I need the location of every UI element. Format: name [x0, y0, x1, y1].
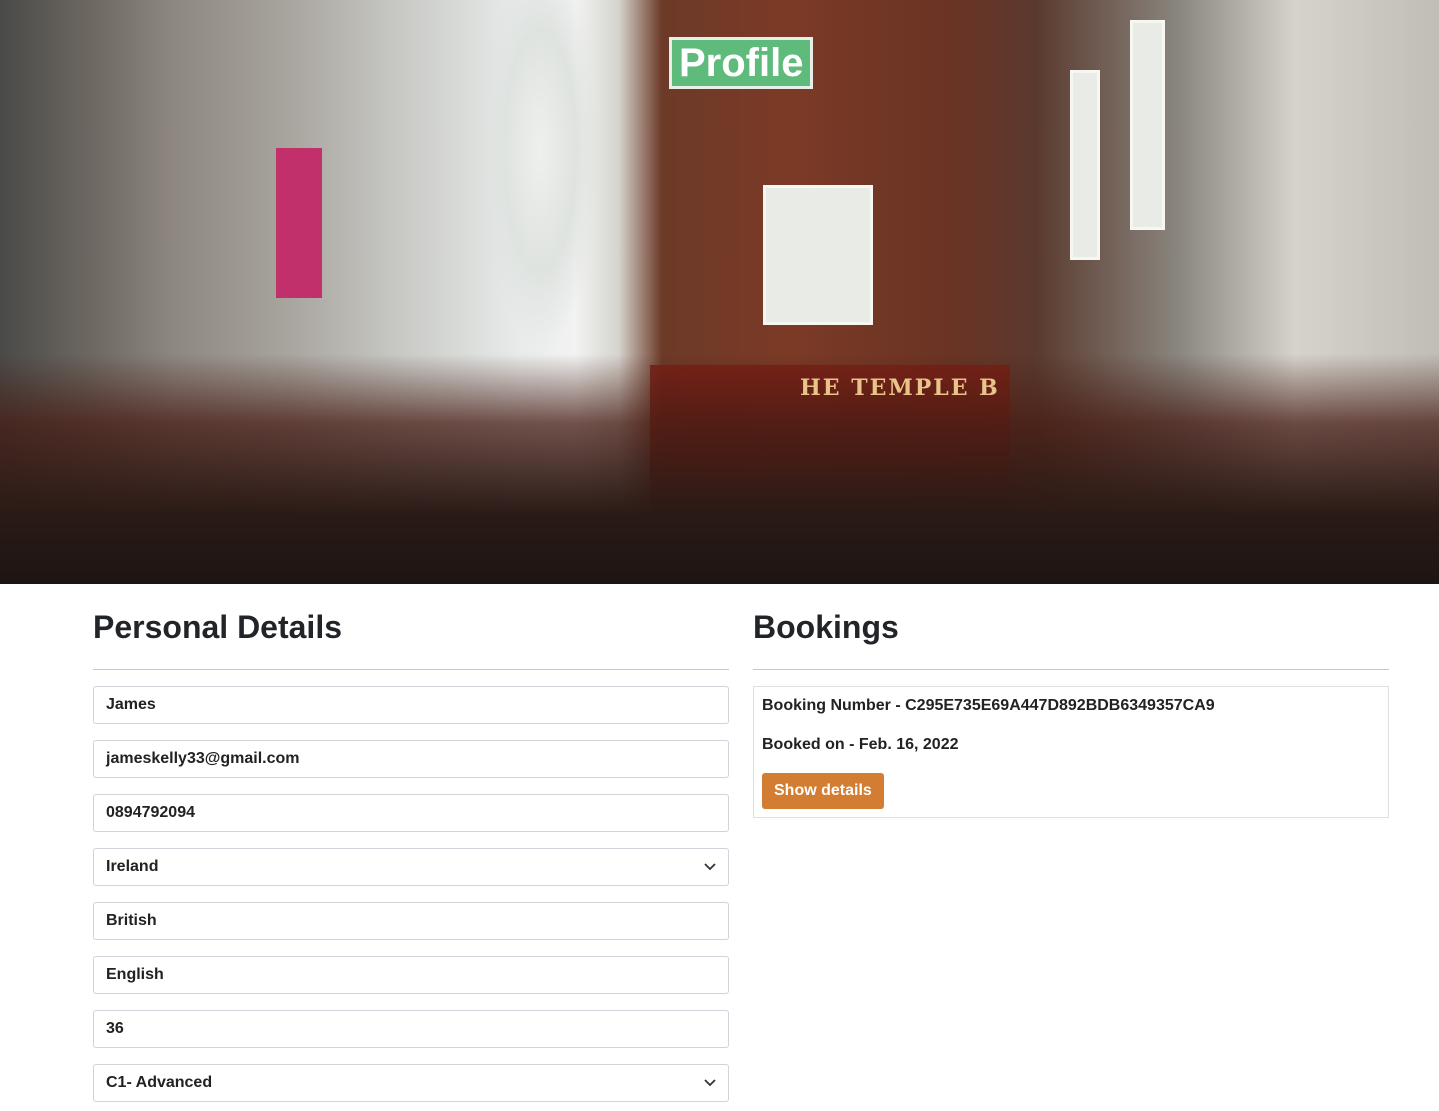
field-value: James: [106, 696, 156, 713]
personal-details-form: James jameskelly33@gmail.com 0894792094 Ire…: [93, 686, 729, 1102]
crowd: [0, 354, 1439, 584]
cloud-nine-sign: [276, 148, 322, 298]
window: [763, 185, 873, 325]
divider: [93, 669, 729, 670]
window: [1130, 20, 1165, 230]
field-value: English: [106, 966, 164, 983]
age-input[interactable]: 36: [93, 1010, 729, 1048]
field-value: 0894792094: [106, 804, 195, 821]
field-value: jameskelly33@gmail.com: [106, 750, 300, 767]
window: [1070, 70, 1100, 260]
page-title: Profile: [669, 37, 814, 89]
language-input[interactable]: English: [93, 956, 729, 994]
field-value: Ireland: [106, 858, 159, 875]
chevron-down-icon: [704, 1074, 716, 1092]
nationality-input[interactable]: British: [93, 902, 729, 940]
field-value: C1- Advanced: [106, 1074, 213, 1091]
booking-card: Booking Number - C295E735E69A447D892BDB6…: [753, 686, 1389, 818]
field-value: British: [106, 912, 157, 929]
country-select[interactable]: Ireland: [93, 848, 729, 886]
pub-sign: HE TEMPLE B: [800, 375, 1000, 401]
field-value: 36: [106, 1020, 124, 1037]
booking-date: Booked on - Feb. 16, 2022: [762, 736, 959, 753]
phone-input[interactable]: 0894792094: [93, 794, 729, 832]
show-details-button[interactable]: Show details: [762, 773, 884, 809]
language-level-select[interactable]: C1- Advanced: [93, 1064, 729, 1102]
personal-details-section: Personal Details James jameskelly33@gmail…: [93, 584, 729, 1102]
bookings-heading: Bookings: [753, 609, 899, 645]
hero-banner: HE TEMPLE B Profile: [0, 0, 1439, 584]
first-name-input[interactable]: James: [93, 686, 729, 724]
divider: [753, 669, 1389, 670]
booking-number: Booking Number - C295E735E69A447D892BDB6…: [762, 697, 1215, 714]
email-input[interactable]: jameskelly33@gmail.com: [93, 740, 729, 778]
bookings-section: Bookings Booking Number - C295E735E69A44…: [753, 584, 1389, 818]
personal-details-heading: Personal Details: [93, 609, 342, 645]
chevron-down-icon: [704, 858, 716, 876]
